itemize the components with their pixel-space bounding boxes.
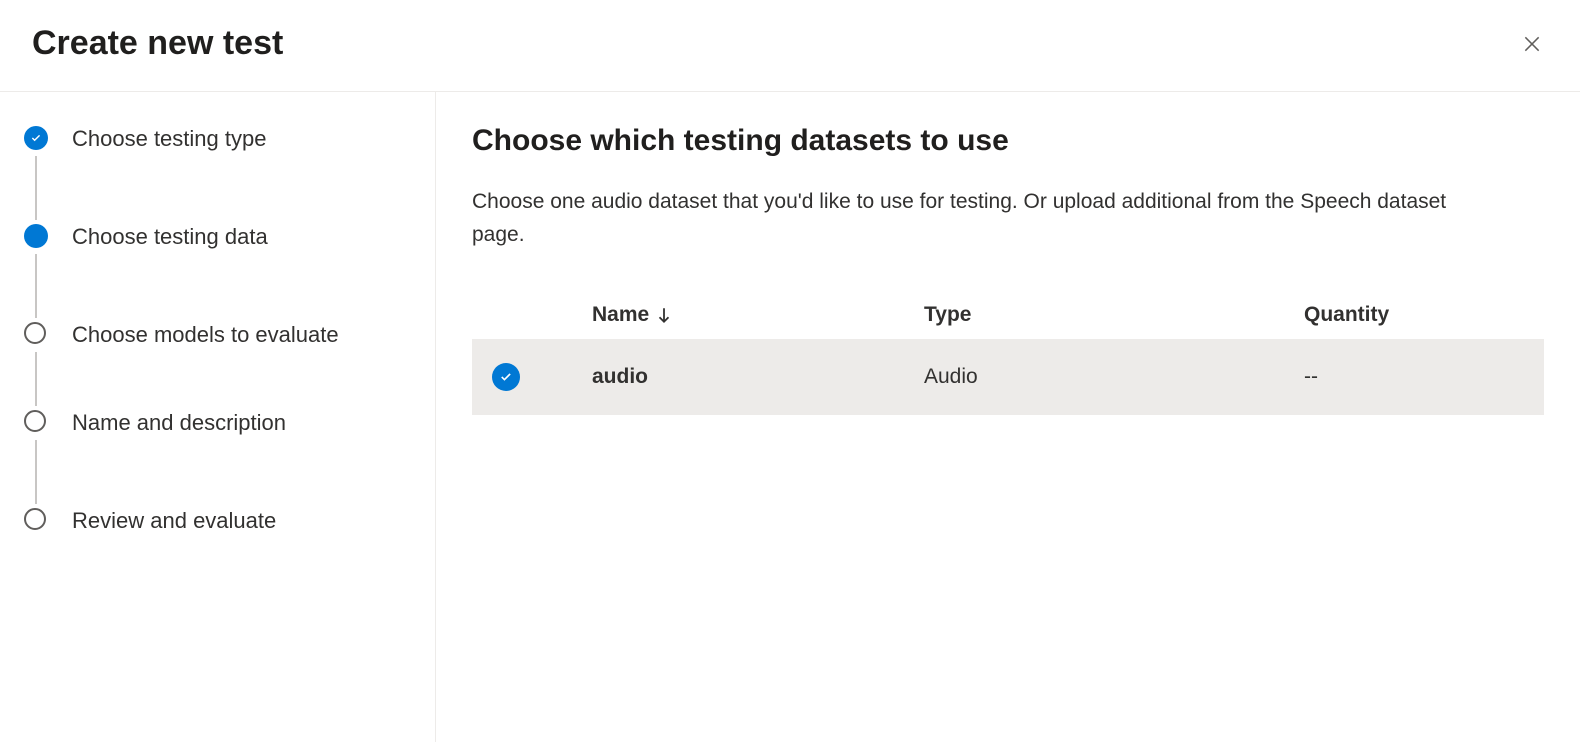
close-icon bbox=[1522, 34, 1542, 54]
wizard-step-choose-testing-type[interactable]: Choose testing type bbox=[24, 124, 411, 154]
table-header: Name Type Quantity bbox=[472, 291, 1544, 339]
row-name: audio bbox=[592, 365, 924, 389]
step-connector bbox=[24, 154, 411, 222]
wizard-step-choose-models[interactable]: Choose models to evaluate bbox=[24, 320, 411, 350]
main-content: Choose which testing datasets to use Cho… bbox=[436, 92, 1580, 742]
column-header-name-label: Name bbox=[592, 303, 649, 327]
step-connector bbox=[24, 252, 411, 320]
checkmark-icon bbox=[499, 370, 513, 384]
column-select bbox=[492, 303, 592, 327]
table-row[interactable]: audio Audio -- bbox=[472, 339, 1544, 415]
wizard-step-label: Choose models to evaluate bbox=[72, 320, 379, 350]
row-quantity: -- bbox=[1304, 365, 1524, 389]
step-marker-completed-icon bbox=[24, 126, 48, 150]
wizard-step-review-evaluate[interactable]: Review and evaluate bbox=[24, 506, 411, 536]
wizard-step-label: Name and description bbox=[72, 408, 326, 438]
wizard-step-name-description[interactable]: Name and description bbox=[24, 408, 411, 438]
page-description: Choose one audio dataset that you'd like… bbox=[472, 186, 1472, 251]
datasets-table: Name Type Quantity audio bbox=[472, 291, 1544, 415]
wizard-steps: Choose testing type Choose testing data … bbox=[24, 124, 411, 536]
wizard-step-label: Choose testing type bbox=[72, 124, 306, 154]
close-button[interactable] bbox=[1516, 28, 1548, 60]
dialog-title: Create new test bbox=[32, 24, 283, 63]
step-marker-pending-icon bbox=[24, 322, 46, 344]
wizard-sidebar: Choose testing type Choose testing data … bbox=[0, 92, 436, 742]
row-type: Audio bbox=[924, 365, 1304, 389]
step-marker-current-icon bbox=[24, 224, 48, 248]
column-header-quantity-label: Quantity bbox=[1304, 303, 1389, 326]
column-header-type-label: Type bbox=[924, 303, 971, 326]
page-title: Choose which testing datasets to use bbox=[472, 124, 1544, 158]
row-select-checkbox[interactable] bbox=[492, 363, 520, 391]
wizard-step-label: Review and evaluate bbox=[72, 506, 316, 536]
sort-ascending-icon bbox=[657, 306, 671, 324]
wizard-step-choose-testing-data[interactable]: Choose testing data bbox=[24, 222, 411, 252]
column-header-type[interactable]: Type bbox=[924, 303, 1304, 327]
step-marker-pending-icon bbox=[24, 410, 46, 432]
dialog-body: Choose testing type Choose testing data … bbox=[0, 92, 1580, 742]
column-header-quantity[interactable]: Quantity bbox=[1304, 303, 1524, 327]
step-connector bbox=[24, 350, 411, 408]
dialog-header: Create new test bbox=[0, 0, 1580, 92]
column-header-name[interactable]: Name bbox=[592, 303, 924, 327]
step-marker-pending-icon bbox=[24, 508, 46, 530]
wizard-step-label: Choose testing data bbox=[72, 222, 308, 252]
step-connector bbox=[24, 438, 411, 506]
